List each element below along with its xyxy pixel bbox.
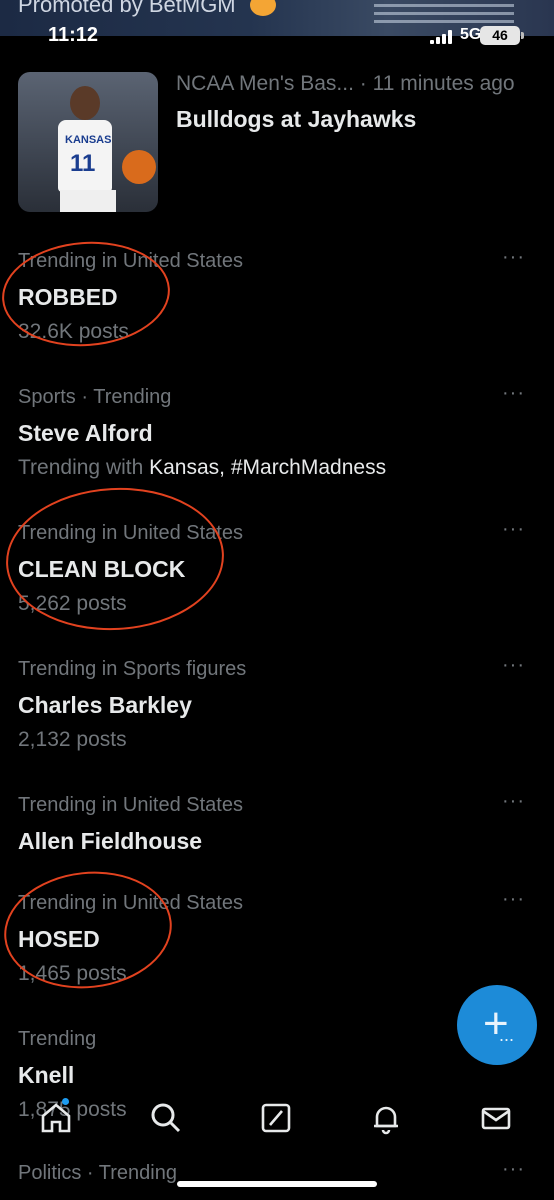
trend-post-count: 32.6K posts (18, 320, 129, 343)
home-indicator[interactable] (177, 1181, 377, 1187)
trend-title: Charles Barkley (18, 692, 192, 718)
trend-context: Trending in United States (18, 892, 243, 914)
status-time: 11:12 (48, 24, 99, 46)
trend-related-prefix: Trending with (18, 456, 150, 479)
news-time-ago: · 11 minutes ago (359, 72, 515, 95)
trend-context: Politics · Trending (18, 1162, 177, 1184)
trend-item[interactable]: Trending in United States CLEAN BLOCK 5,… (0, 519, 554, 632)
compose-button[interactable]: + ... (457, 985, 537, 1065)
status-bar: 11:12 5G 46 (0, 20, 554, 54)
unread-dot (62, 1098, 69, 1105)
network-type: 5G (460, 26, 482, 43)
more-options-icon[interactable]: ··· (502, 247, 526, 268)
more-options-icon[interactable]: ··· (502, 1159, 526, 1180)
more-options-icon[interactable]: ··· (502, 383, 526, 404)
thumbnail-jersey-word: KANSAS (65, 134, 112, 146)
trend-title: Knell (18, 1062, 75, 1088)
trend-context: Sports · Trending (18, 386, 172, 408)
trend-title: HOSED (18, 926, 100, 952)
trend-title: Steve Alford (18, 420, 153, 446)
news-meta: NCAA Men's Bas... · 11 minutes ago (176, 72, 515, 96)
news-item[interactable]: KANSAS 11 NCAA Men's Bas... · 11 minutes… (0, 70, 554, 215)
news-thumbnail: KANSAS 11 (18, 72, 158, 212)
trend-post-count: 1,465 posts (18, 962, 127, 985)
trend-context: Trending in United States (18, 794, 243, 816)
trend-item[interactable]: Trending in United States HOSED 1,465 po… (0, 889, 554, 1002)
trend-context: Trending in United States (18, 250, 243, 272)
trend-item[interactable]: Sports · Trending Steve Alford Trending … (0, 383, 554, 496)
cellular-signal-icon (430, 30, 454, 44)
more-options-icon[interactable]: ··· (502, 655, 526, 676)
bottom-tab-bar (0, 1088, 554, 1148)
trend-context: Trending in United States (18, 522, 243, 544)
trend-related: Trending with Kansas, #MarchMadness (18, 456, 386, 480)
messages-icon[interactable] (478, 1100, 514, 1136)
lion-emoji-icon (250, 0, 276, 16)
more-dots-icon: ... (499, 1025, 515, 1045)
trend-item[interactable]: Trending in Sports figures Charles Barkl… (0, 655, 554, 768)
news-category: NCAA Men's Bas... (176, 72, 354, 95)
trend-context: Trending (18, 1028, 97, 1050)
trend-item-partial[interactable]: Politics · Trending ··· (0, 1159, 554, 1200)
notifications-icon[interactable] (368, 1100, 404, 1136)
trend-context: Trending in Sports figures (18, 658, 247, 680)
trend-item[interactable]: Trending in United States Allen Fieldhou… (0, 791, 554, 874)
search-icon[interactable] (148, 1100, 184, 1136)
grok-icon[interactable] (258, 1100, 294, 1136)
trend-title: CLEAN BLOCK (18, 556, 186, 582)
trend-post-count: 2,132 posts (18, 728, 127, 751)
battery-icon: 46 (480, 26, 520, 45)
news-title: Bulldogs at Jayhawks (176, 106, 417, 132)
battery-tip (521, 32, 524, 39)
promoted-label: Promoted by BetMGM (18, 0, 236, 17)
trend-post-count: 5,262 posts (18, 592, 127, 615)
trend-title: ROBBED (18, 284, 118, 310)
more-options-icon[interactable]: ··· (502, 791, 526, 812)
more-options-icon[interactable]: ··· (502, 519, 526, 540)
trend-related-topics: Kansas, #MarchMadness (149, 456, 387, 479)
more-options-icon[interactable]: ··· (502, 889, 526, 910)
basketball-icon (122, 150, 156, 184)
trend-title: Allen Fieldhouse (18, 828, 203, 854)
home-icon[interactable] (38, 1098, 74, 1136)
thumbnail-jersey-number: 11 (70, 150, 96, 177)
trend-item[interactable]: Trending in United States ROBBED 32.6K p… (0, 247, 554, 360)
